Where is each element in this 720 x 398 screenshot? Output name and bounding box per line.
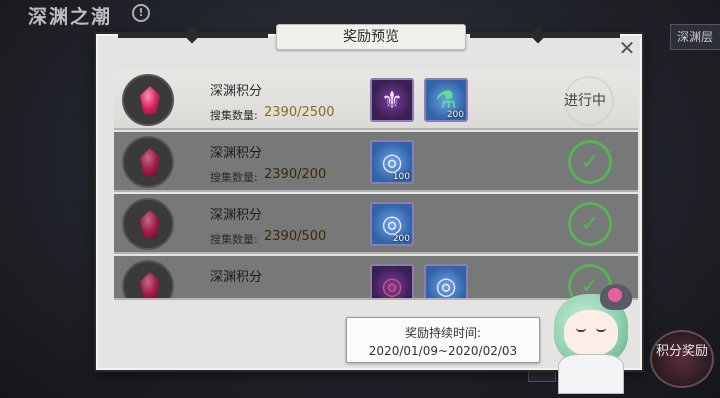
mascot-character — [548, 284, 638, 394]
status-text: 进行中 — [564, 93, 606, 109]
row-name: 深渊积分 — [210, 146, 263, 161]
count-value: 2390/500 — [264, 229, 327, 244]
reward-list[interactable]: 深渊积分 搜集数量: 2390/2500 ⚜ ⚗ 200 进行中 深渊积分 搜集… — [106, 68, 638, 312]
item-quantity: 100 — [392, 172, 410, 182]
count-label: 搜集数量: — [210, 233, 258, 246]
row-name: 深渊积分 — [210, 208, 263, 223]
claimed-check-icon: ✓ — [568, 202, 612, 246]
reward-duration-tooltip: 奖励持续时间: 2020/01/09~2020/02/03 — [346, 317, 540, 363]
row-name: 深渊积分 — [210, 270, 263, 285]
reward-row: 深渊积分 搜集数量: 2390/2500 ⚜ ⚗ 200 进行中 — [114, 70, 638, 130]
abyss-layer-tab[interactable]: 深渊层 — [670, 24, 720, 50]
item-quantity: 200 — [446, 110, 464, 120]
ring-icon[interactable]: ◎ — [424, 264, 468, 298]
reward-row: 深渊积分 搜集数量: 2390/500 ◎ 200 ✓ — [114, 194, 638, 254]
potion-icon[interactable]: ⚗ 200 — [424, 78, 468, 122]
gem-icon — [140, 148, 160, 176]
reward-row: 深渊积分 搜集数量: 2390/200 ◎ 100 ✓ — [114, 132, 638, 192]
count-value: 2390/2500 — [264, 105, 335, 120]
game-screen: 深渊之潮 ! 深渊层 积分奖励 奖励预览 ✕ 深渊积分 搜集数量: 2390/2… — [0, 0, 720, 398]
claimed-check-icon: ✓ — [568, 140, 612, 184]
background-title: 深渊之潮 — [28, 6, 113, 28]
count-label: 搜集数量: — [210, 171, 258, 184]
gem-badge — [122, 74, 174, 126]
ring-icon[interactable]: ◎ — [370, 264, 414, 298]
item-quantity: 200 — [392, 234, 410, 244]
gem-badge — [122, 198, 174, 250]
count-label: 搜集数量: — [210, 109, 258, 122]
gem-badge — [122, 260, 174, 298]
row-name: 深渊积分 — [210, 84, 263, 99]
count-value: 2390/200 — [264, 167, 327, 182]
ring-icon[interactable]: ◎ 100 — [370, 140, 414, 184]
diamond-decoration — [529, 26, 547, 44]
gem-icon — [140, 272, 160, 298]
dialog-title: 奖励预览 — [276, 24, 466, 50]
gem-icon — [140, 86, 160, 114]
gem-badge — [122, 136, 174, 188]
gem-icon — [140, 210, 160, 238]
points-reward-button[interactable]: 积分奖励 — [650, 330, 714, 388]
duration-value: 2020/01/09~2020/02/03 — [368, 344, 518, 358]
close-icon[interactable]: ✕ — [616, 38, 638, 60]
ring-icon[interactable]: ◎ 200 — [370, 202, 414, 246]
points-reward-label: 积分奖励 — [655, 344, 708, 359]
info-icon[interactable]: ! — [132, 4, 150, 22]
diamond-decoration — [183, 26, 201, 44]
duration-label: 奖励持续时间: — [404, 326, 482, 340]
emblem-icon[interactable]: ⚜ — [370, 78, 414, 122]
